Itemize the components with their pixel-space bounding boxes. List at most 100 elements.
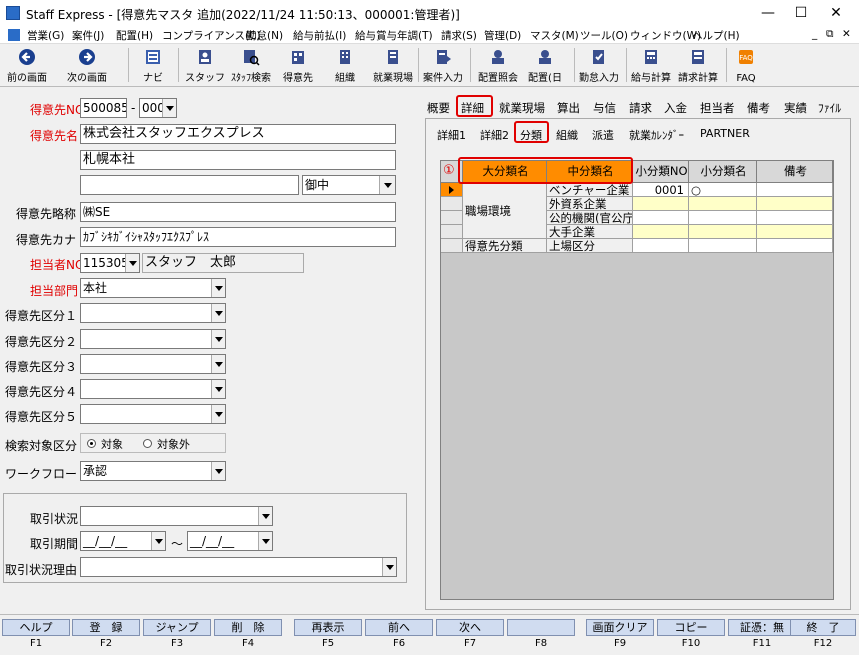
category5-select[interactable] — [80, 404, 226, 424]
org-button[interactable]: 組織 — [330, 46, 360, 86]
tab-payment[interactable]: 入金 — [664, 100, 687, 116]
menu-admin[interactable]: 管理(D) — [484, 28, 521, 43]
prev-screen-button[interactable]: 前の画面 — [7, 46, 47, 86]
tab-calc[interactable]: 算出 — [557, 100, 580, 116]
remarks-cell[interactable] — [757, 225, 833, 239]
f3-jump-button[interactable]: ジャンプ — [143, 619, 211, 636]
radio-not-target[interactable] — [143, 439, 152, 448]
row-selector[interactable] — [441, 183, 463, 197]
deal-end-date[interactable]: __/__/__ — [187, 531, 273, 551]
header-remarks[interactable]: 備考 — [757, 161, 833, 183]
remarks-cell[interactable] — [757, 197, 833, 211]
assign-day-button[interactable]: 配置(日 — [528, 46, 562, 86]
kana-input[interactable]: ｶﾌﾞｼｷｶﾞｲｼｬｽﾀｯﾌｴｸｽﾌﾟﾚｽ — [80, 227, 396, 247]
deal-status-select[interactable] — [80, 506, 273, 526]
small-no-cell[interactable] — [633, 197, 689, 211]
tab-billing[interactable]: 請求 — [629, 100, 652, 116]
deal-start-date[interactable]: __/__/__ — [80, 531, 166, 551]
f10-copy-button[interactable]: コピー — [657, 619, 725, 636]
small-name-cell[interactable] — [689, 211, 757, 225]
chevron-down-icon[interactable] — [258, 507, 272, 525]
tab-detail2[interactable]: 詳細2 — [480, 127, 509, 143]
menu-window[interactable]: ウィンドウ(W) — [630, 28, 701, 43]
dept-select[interactable]: 本社 — [80, 278, 226, 298]
case-input-button[interactable]: 案件入力 — [423, 46, 463, 86]
client-name3-input[interactable] — [80, 175, 299, 195]
small-no-cell[interactable] — [633, 211, 689, 225]
staff-button[interactable]: スタッフ — [185, 46, 225, 86]
category3-select[interactable] — [80, 354, 226, 374]
small-no-cell[interactable] — [633, 239, 689, 253]
workflow-select[interactable]: 承認 — [80, 461, 226, 481]
client-button[interactable]: 得意先 — [283, 46, 313, 86]
deal-reason-select[interactable] — [80, 557, 397, 577]
category2-select[interactable] — [80, 329, 226, 349]
mid-cell[interactable]: 上場区分 — [547, 239, 633, 253]
mid-cell[interactable]: 外資系企業 — [547, 197, 633, 211]
navi-button[interactable]: ナビ — [138, 46, 168, 86]
honorific-select[interactable]: 御中 — [302, 175, 396, 195]
mid-cell[interactable]: 公的機関(官公庁 — [547, 211, 633, 225]
close-button[interactable]: ✕ — [813, 0, 859, 26]
client-no-input[interactable]: 500085 — [80, 98, 127, 118]
small-no-cell[interactable]: 0001 — [633, 183, 689, 197]
inner-restore-button[interactable]: ⧉ — [826, 28, 834, 41]
remarks-cell[interactable] — [757, 183, 833, 197]
tab-credit[interactable]: 与信 — [593, 100, 616, 116]
tab-site[interactable]: 就業現場 — [499, 100, 545, 116]
remarks-cell[interactable] — [757, 211, 833, 225]
radio-target[interactable] — [87, 439, 96, 448]
small-name-cell[interactable] — [689, 239, 757, 253]
tab-remarks[interactable]: 備考 — [747, 100, 770, 116]
inner-minimize-button[interactable]: _ — [812, 28, 817, 40]
header-small-no[interactable]: 小分類NO — [633, 161, 689, 183]
payroll-calc-button[interactable]: 給与計算 — [631, 46, 671, 86]
header-small-name[interactable]: 小分類名 — [689, 161, 757, 183]
small-name-cell[interactable] — [689, 197, 757, 211]
menu-prepay[interactable]: 給与前払(I) — [293, 28, 346, 43]
tab-dispatch[interactable]: 派遣 — [592, 127, 614, 143]
staff-search-button[interactable]: ｽﾀｯﾌ検索 — [231, 46, 271, 86]
menu-billing[interactable]: 請求(S) — [441, 28, 477, 43]
major-cell[interactable]: 職場環境 — [463, 183, 547, 239]
chevron-down-icon[interactable] — [258, 532, 272, 550]
attendance-input-button[interactable]: 勤怠入力 — [579, 46, 619, 86]
tab-org[interactable]: 組織 — [556, 127, 578, 143]
f8-empty-button[interactable] — [507, 619, 575, 636]
row-selector[interactable] — [441, 239, 463, 253]
row-selector[interactable] — [441, 197, 463, 211]
f12-exit-button[interactable]: 終 了 — [790, 619, 856, 636]
menu-sales[interactable]: 営業(G) — [27, 28, 64, 43]
chevron-down-icon[interactable] — [211, 355, 225, 373]
small-no-cell[interactable] — [633, 225, 689, 239]
tab-partner[interactable]: PARTNER — [700, 127, 750, 140]
chevron-down-icon[interactable] — [379, 176, 395, 194]
client-sub-no-select[interactable]: 000 — [139, 98, 177, 118]
chevron-down-icon[interactable] — [211, 304, 225, 322]
f9-clear-button[interactable]: 画面クリア — [586, 619, 654, 636]
next-screen-button[interactable]: 次の画面 — [67, 46, 107, 86]
tab-calendar[interactable]: 就業ｶﾚﾝﾀﾞｰ — [629, 127, 684, 143]
remarks-cell[interactable] — [757, 239, 833, 253]
menu-payroll[interactable]: 給与賞与年調(T) — [355, 28, 433, 43]
tab-detail1[interactable]: 詳細1 — [437, 127, 466, 143]
tab-manager[interactable]: 担当者 — [700, 100, 735, 116]
chevron-down-icon[interactable] — [211, 330, 225, 348]
client-name-input[interactable]: 株式会社スタッフエクスプレス — [80, 124, 396, 144]
short-name-input[interactable]: ㈱SE — [80, 202, 396, 222]
f5-refresh-button[interactable]: 再表示 — [294, 619, 362, 636]
row-selector[interactable] — [441, 211, 463, 225]
site-button[interactable]: 就業現場 — [373, 46, 413, 86]
f7-next-button[interactable]: 次へ — [436, 619, 504, 636]
faq-button[interactable]: FAQ FAQ — [731, 46, 761, 86]
f4-delete-button[interactable]: 削 除 — [214, 619, 282, 636]
menu-master[interactable]: マスタ(M) — [530, 28, 579, 43]
menu-assign[interactable]: 配置(H) — [116, 28, 153, 43]
menu-attendance[interactable]: 勤怠(N) — [246, 28, 283, 43]
f2-register-button[interactable]: 登 録 — [72, 619, 140, 636]
major-cell[interactable]: 得意先分類 — [463, 239, 547, 253]
category4-select[interactable] — [80, 379, 226, 399]
chevron-down-icon[interactable] — [382, 558, 396, 576]
assign-inquiry-button[interactable]: 配置照会 — [478, 46, 518, 86]
small-name-cell[interactable] — [689, 225, 757, 239]
